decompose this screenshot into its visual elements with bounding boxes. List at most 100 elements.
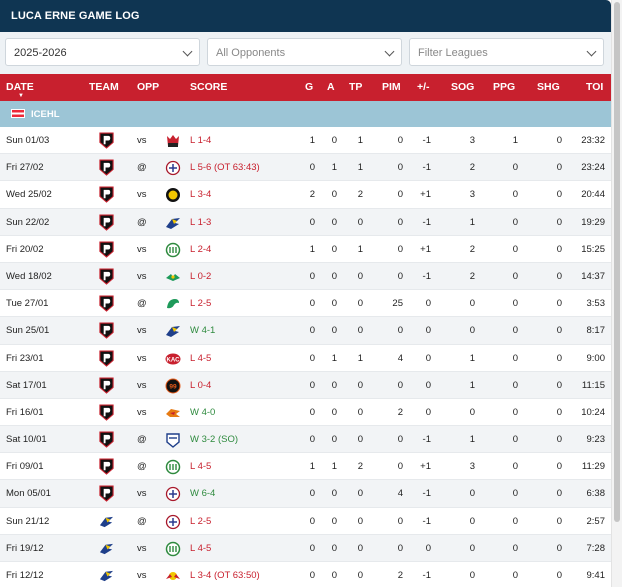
- opponent-logo-eagle-icon[interactable]: [165, 323, 181, 339]
- team-logo-pioneers-icon[interactable]: [99, 431, 114, 448]
- opponent-logo-green-crest-icon[interactable]: [165, 242, 181, 258]
- game-score-link[interactable]: L 4-5: [190, 461, 211, 472]
- team-logo-pioneers-icon[interactable]: [99, 214, 114, 231]
- plus-minus: 0: [425, 352, 431, 364]
- col-tp[interactable]: TP: [349, 81, 362, 93]
- power-play-goals: 0: [512, 216, 518, 228]
- game-score-link[interactable]: L 4-5: [190, 543, 211, 554]
- game-score-link[interactable]: L 1-4: [190, 135, 211, 146]
- opponent-logo-green-dragon-icon[interactable]: [165, 296, 181, 312]
- table-row[interactable]: Wed 25/02 vs L 3-4 2 0 2 0 +1 3 0 0 20:44: [0, 181, 611, 209]
- team-logo-pioneers-icon[interactable]: [99, 349, 114, 367]
- opponent-logo-orange-icon[interactable]: [165, 405, 181, 421]
- team-logo-eagle-icon[interactable]: [99, 540, 114, 557]
- table-row[interactable]: Fri 27/02 @ L 5-6 (OT 63:43) 0 1 1 0 -1 2 0 0 23:24: [0, 154, 611, 182]
- team-logo-pioneers-icon[interactable]: [99, 186, 114, 204]
- leagues-select[interactable]: Filter Leagues: [409, 38, 604, 66]
- short-handed-goals: 0: [556, 216, 562, 228]
- game-score-link[interactable]: L 1-3: [190, 217, 211, 228]
- table-row[interactable]: Sun 22/02 @ L 1-3 0 0 0 0 -1 1 0 0 19:29: [0, 208, 611, 236]
- col-plusminus[interactable]: +/-: [417, 81, 430, 93]
- short-handed-goals: 0: [556, 135, 562, 146]
- team-logo-pioneers-icon[interactable]: [99, 322, 114, 340]
- scrollbar-thumb[interactable]: [614, 2, 620, 522]
- team-logo-pioneers-icon[interactable]: [99, 132, 114, 149]
- table-row[interactable]: Sat 17/01 vs 99 L 0-4 0 0 0 0 0 1 0 0 11:15: [0, 371, 611, 399]
- game-score-link[interactable]: W 6-4: [190, 488, 215, 499]
- col-sog[interactable]: SOG: [451, 81, 474, 93]
- col-team[interactable]: TEAM: [89, 81, 119, 93]
- scrollbar[interactable]: [611, 0, 622, 587]
- team-logo-pioneers-icon[interactable]: [99, 241, 114, 258]
- table-row[interactable]: Mon 05/01 vs W 6-4 0 0 0 4 -1 0 0 0 6:38: [0, 480, 611, 508]
- game-score-link[interactable]: L 2-4: [190, 244, 211, 255]
- game-score-link[interactable]: L 0-4: [190, 380, 211, 391]
- table-row[interactable]: Sun 21/12 @ L 2-5 0 0 0 0 -1 0 0 0 2:57: [0, 508, 611, 535]
- col-g[interactable]: G: [305, 81, 313, 93]
- team-logo-pioneers-icon[interactable]: [99, 485, 114, 503]
- penalty-minutes: 2: [397, 406, 403, 418]
- game-score-link[interactable]: L 2-5: [190, 516, 211, 527]
- game-date: Sun 21/12: [6, 515, 50, 527]
- team-logo-eagle-icon[interactable]: [99, 513, 114, 530]
- col-ppg[interactable]: PPG: [493, 81, 515, 93]
- table-row[interactable]: Sun 25/01 vs W 4-1 0 0 0 0 0 0 0 0 8:17: [0, 317, 611, 345]
- team-logo-pioneers-icon[interactable]: [99, 295, 114, 312]
- team-logo-pioneers-icon[interactable]: [99, 268, 114, 285]
- table-row[interactable]: Tue 27/01 @ L 2-5 0 0 0 25 0 0 0 0 3:53: [0, 290, 611, 318]
- table-row[interactable]: Sun 01/03 vs L 1-4 1 0 1 0 -1 3 1 0 23:32: [0, 127, 611, 155]
- opponent-logo-green-crest-icon[interactable]: [165, 459, 181, 475]
- shots-on-goal: 3: [469, 461, 475, 473]
- team-logo-pioneers-icon[interactable]: [99, 404, 114, 421]
- total-points: 1: [357, 135, 363, 146]
- opponent-logo-yellow-black-icon[interactable]: [165, 187, 181, 203]
- table-row[interactable]: Fri 19/12 vs L 4-5 0 0 0 0 0 0 0 0 7:28: [0, 534, 611, 562]
- penalty-minutes: 0: [397, 379, 403, 391]
- opponent-logo-caps-icon[interactable]: [165, 160, 181, 176]
- game-score-link[interactable]: L 0-2: [190, 271, 211, 282]
- col-date[interactable]: DATE: [6, 81, 34, 93]
- table-row[interactable]: Fri 16/01 vs W 4-0 0 0 0 2 0 0 0 0 10:24: [0, 399, 611, 427]
- opponent-logo-red-bull-icon[interactable]: [165, 568, 181, 584]
- penalty-minutes: 0: [397, 270, 403, 282]
- team-logo-eagle-icon[interactable]: [99, 567, 114, 584]
- game-score-link[interactable]: L 2-5: [190, 298, 211, 309]
- game-score-link[interactable]: W 4-1: [190, 325, 215, 336]
- col-toi[interactable]: TOI: [586, 81, 603, 93]
- opponent-logo-caps-icon[interactable]: [165, 486, 181, 502]
- team-logo-pioneers-icon[interactable]: [99, 159, 114, 176]
- game-score-link[interactable]: L 3-4: [190, 189, 211, 200]
- col-shg[interactable]: SHG: [537, 81, 560, 93]
- season-select[interactable]: 2025-2026: [5, 38, 200, 66]
- table-row[interactable]: Wed 18/02 vs L 0-2 0 0 0 0 -1 2 0 0 14:37: [0, 262, 611, 291]
- team-logo-pioneers-icon[interactable]: [99, 458, 114, 475]
- opponent-logo-caps-icon[interactable]: [165, 514, 181, 530]
- table-row[interactable]: Fri 23/01 vs KAC L 4-5 0 1 1 4 0 1 0 0 9:00: [0, 345, 611, 372]
- opponent-logo-99ers-icon[interactable]: 99: [165, 378, 181, 394]
- opponent-logo-green-crest-icon[interactable]: [165, 541, 181, 557]
- opponent-logo-red-mascot-icon[interactable]: [165, 133, 181, 149]
- game-score-link[interactable]: L 4-5: [190, 353, 211, 364]
- opponents-select[interactable]: All Opponents: [207, 38, 402, 66]
- game-score-link[interactable]: L 5-6 (OT 63:43): [190, 162, 260, 173]
- table-row[interactable]: Sat 10/01 @ W 3-2 (SO) 0 0 0 0 -1 1 0 0 9:23: [0, 426, 611, 454]
- game-score-link[interactable]: L 3-4 (OT 63:50): [190, 570, 260, 581]
- col-opp[interactable]: OPP: [137, 81, 159, 93]
- col-pim[interactable]: PIM: [382, 81, 401, 93]
- opponent-logo-kac-icon[interactable]: KAC: [165, 351, 181, 367]
- league-name[interactable]: ICEHL: [31, 109, 60, 120]
- plus-minus: -1: [422, 515, 431, 527]
- power-play-goals: 0: [512, 488, 518, 500]
- opponent-logo-green-wing-icon[interactable]: [165, 269, 181, 285]
- col-a[interactable]: A: [327, 81, 335, 93]
- col-score[interactable]: SCORE: [190, 81, 227, 93]
- game-score-link[interactable]: W 4-0: [190, 407, 215, 418]
- opponent-logo-eagle-icon[interactable]: [165, 215, 181, 231]
- opponent-logo-blue-shield-icon[interactable]: [165, 432, 181, 448]
- table-row[interactable]: Fri 20/02 vs L 2-4 1 0 1 0 +1 2 0 0 15:25: [0, 236, 611, 263]
- table-row[interactable]: Fri 12/12 vs L 3-4 (OT 63:50) 0 0 0 2 -1 0 0 0 9:41: [0, 562, 611, 587]
- team-logo-pioneers-icon[interactable]: [99, 377, 114, 394]
- table-row[interactable]: Fri 09/01 @ L 4-5 1 1 2 0 +1 3 0 0 11:29: [0, 453, 611, 481]
- game-score-link[interactable]: W 3-2 (SO): [190, 434, 238, 445]
- austria-flag-icon: [11, 109, 25, 118]
